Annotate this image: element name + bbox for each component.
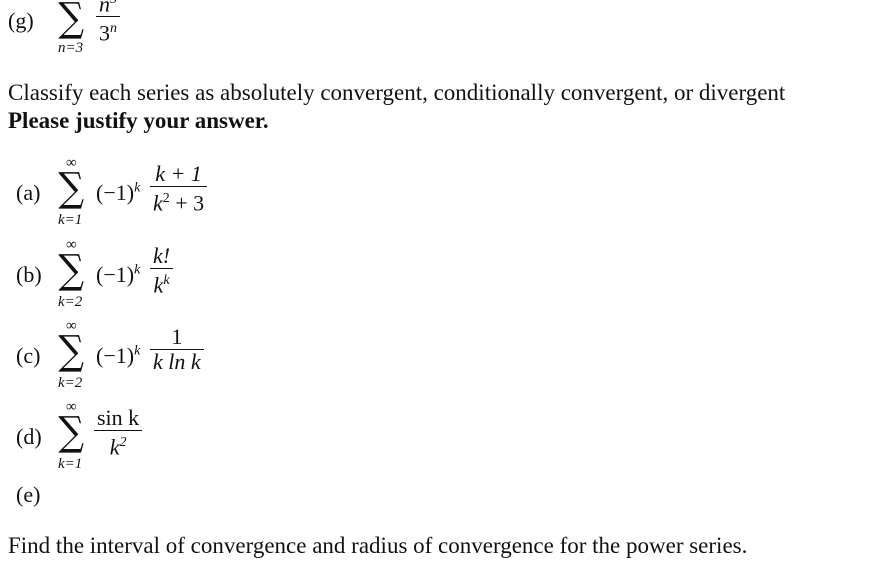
sum-lower-bound: n=3 [58,40,84,56]
sigma-symbol: ∑ [58,247,85,293]
numerator: n5 [99,0,117,17]
sigma-symbol: ∑ [58,165,85,211]
series-d-label: (d) [16,424,42,449]
series-c-label: (c) [16,343,41,368]
sigma-symbol: ∑ [58,0,85,41]
power-series-instruction: Find the interval of convergence and rad… [8,533,748,558]
sum-lower-bound: k=1 [58,212,83,228]
justify-instruction: Please justify your answer. [8,108,269,133]
problem-g-label: (g) [8,8,34,33]
alternating-factor: (−1)k [96,262,141,287]
series-b-label: (b) [16,262,42,287]
alternating-factor: (−1)k [96,343,141,368]
fraction-c: 1 k ln k [150,325,204,374]
denominator: 3n [99,20,117,46]
sum-lower-bound: k=1 [58,456,83,472]
fraction-d: sin k k2 [94,406,143,459]
sigma-symbol: ∑ [58,328,85,374]
sum-lower-bound: k=2 [58,375,83,391]
fraction-g: n5 3n [96,0,120,46]
alternating-factor: (−1)k [96,180,141,205]
classify-instruction: Classify each series as absolutely conve… [8,80,786,105]
fraction-a: k + 1 k2 + 3 [150,162,208,215]
sigma-symbol: ∑ [58,409,85,455]
fraction-b: k! kk [150,244,174,297]
sum-lower-bound: k=2 [58,294,83,310]
series-a-label: (a) [16,180,41,205]
problem-e-label: (e) [16,482,41,507]
